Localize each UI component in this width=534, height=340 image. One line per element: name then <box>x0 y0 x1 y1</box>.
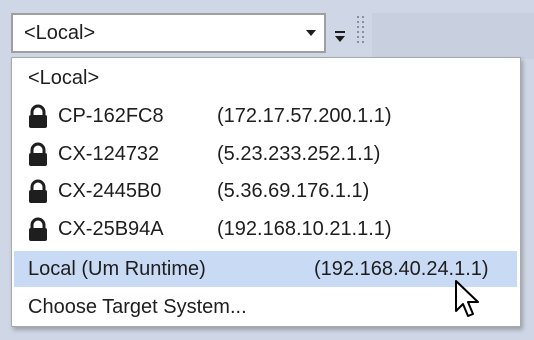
list-item-label: Local (Um Runtime) <box>28 258 206 280</box>
list-item-local[interactable]: <Local> <box>12 60 520 96</box>
screen: <Local> <Local> CP-162FC8 (172.17.57.200… <box>0 0 534 340</box>
list-item-label: CP-162FC8 <box>58 105 164 127</box>
list-item-address: (5.36.69.176.1.1) <box>217 180 370 202</box>
target-system-combo[interactable]: <Local> <box>11 13 326 53</box>
mouse-pointer-icon <box>453 279 481 323</box>
list-item-cp-162fc8[interactable]: CP-162FC8 (172.17.57.200.1.1) <box>12 98 520 134</box>
list-item-choose-target-system[interactable]: Choose Target System... <box>12 289 520 325</box>
list-item-address: (172.17.57.200.1.1) <box>217 105 392 127</box>
chevron-down-icon[interactable] <box>298 15 324 51</box>
lock-icon <box>26 104 50 130</box>
list-item-cx-124732[interactable]: CX-124732 (5.23.233.252.1.1) <box>12 136 520 172</box>
lock-icon <box>26 217 50 243</box>
lock-icon <box>26 179 50 205</box>
toolbar: <Local> <box>0 0 534 59</box>
grip-icon[interactable] <box>355 14 367 50</box>
list-item-label: <Local> <box>28 67 100 89</box>
list-item-address: (5.23.233.252.1.1) <box>217 143 381 165</box>
lock-icon <box>26 142 50 168</box>
list-item-local-um-runtime[interactable]: Local (Um Runtime) (192.168.40.24.1.1) <box>14 251 517 287</box>
overflow-dropdown-icon[interactable] <box>330 23 350 45</box>
list-item-cx-25b94a[interactable]: CX-25B94A (192.168.10.21.1.1) <box>12 211 520 247</box>
list-item-label: CX-124732 <box>58 143 160 165</box>
combo-selected-value: <Local> <box>24 22 96 44</box>
toolbar-panel <box>372 13 534 59</box>
target-system-dropdown-list: <Local> CP-162FC8 (172.17.57.200.1.1) CX… <box>11 57 521 327</box>
list-item-label: CX-25B94A <box>58 218 164 240</box>
list-item-address: (192.168.10.21.1.1) <box>217 218 392 240</box>
list-item-cx-2445b0[interactable]: CX-2445B0 (5.36.69.176.1.1) <box>12 173 520 209</box>
list-item-label: Choose Target System... <box>28 296 247 318</box>
list-item-label: CX-2445B0 <box>58 180 162 202</box>
